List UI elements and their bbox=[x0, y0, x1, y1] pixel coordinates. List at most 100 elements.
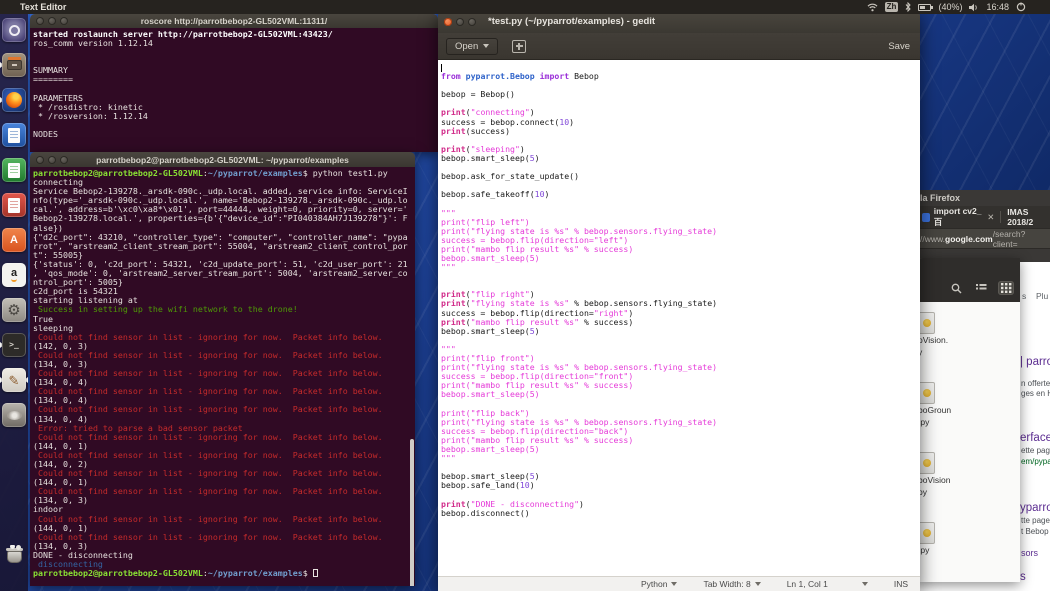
python-file-icon bbox=[918, 522, 935, 544]
search-result-fragment: tte page bbox=[1021, 516, 1050, 525]
code-line bbox=[441, 336, 920, 345]
launcher-amazon-icon[interactable]: a bbox=[0, 263, 28, 287]
url-bar[interactable]: //www.google.com/search?client= bbox=[920, 228, 1050, 249]
terminal-titlebar[interactable]: parrotbebop2@parrotbebop2-GL502VML: ~/py… bbox=[30, 152, 415, 167]
search-result-fragment: em/pypar bbox=[1021, 457, 1050, 466]
terminal-line: Could not find sensor in list - ignoring… bbox=[33, 333, 415, 342]
launcher-files-icon[interactable] bbox=[0, 53, 28, 77]
new-document-icon[interactable] bbox=[512, 40, 526, 53]
wifi-icon[interactable] bbox=[867, 3, 878, 12]
launcher-ubuntu-dash-icon[interactable] bbox=[0, 18, 28, 42]
window-title: la Firefox bbox=[920, 193, 960, 203]
terminal-line: parrotbebop2@parrotbebop2-GL502VML:~/pyp… bbox=[33, 569, 415, 578]
terminal-line: Success in setting up the wifi network t… bbox=[33, 305, 415, 314]
terminal-titlebar[interactable]: roscore http://parrotbebop2-GL502VML:113… bbox=[30, 14, 438, 28]
close-button[interactable] bbox=[444, 18, 452, 26]
launcher-libreoffice-writer-icon[interactable] bbox=[0, 123, 28, 147]
maximize-button[interactable] bbox=[60, 17, 68, 25]
code-editor[interactable]: from pyparrot.Bebop import Bebop bebop =… bbox=[438, 60, 920, 576]
volume-icon[interactable] bbox=[969, 3, 979, 12]
tab-close-icon[interactable]: ✕ bbox=[987, 212, 994, 223]
file-item[interactable]: boGroun.py bbox=[918, 382, 988, 427]
launcher-system-settings-icon[interactable]: ⚙ bbox=[0, 298, 28, 322]
language-selector[interactable]: Python bbox=[641, 579, 677, 589]
goto-line-selector[interactable] bbox=[862, 582, 868, 586]
battery-percent: (40%) bbox=[938, 2, 962, 12]
file-item[interactable]: .py bbox=[918, 522, 988, 556]
session-power-icon[interactable] bbox=[1016, 2, 1026, 12]
search-icon[interactable] bbox=[948, 281, 964, 295]
clock[interactable]: 16:48 bbox=[986, 2, 1009, 12]
launcher-firefox-icon[interactable] bbox=[0, 88, 28, 112]
launcher-libreoffice-calc-icon[interactable] bbox=[0, 158, 28, 182]
search-result-fragment[interactable]: sors bbox=[1021, 548, 1038, 558]
search-result-fragment[interactable]: | parrot bbox=[1020, 356, 1050, 368]
code-line: """ bbox=[441, 454, 920, 463]
search-result-fragment[interactable]: erface f bbox=[1020, 432, 1050, 444]
minimize-button[interactable] bbox=[48, 156, 56, 164]
file-name-fragment: py bbox=[918, 488, 988, 498]
open-button-label: Open bbox=[455, 41, 478, 52]
terminal-line: parrotbebop2@parrotbebop2-GL502VML:~/pyp… bbox=[33, 169, 415, 178]
active-app-title[interactable]: Text Editor bbox=[20, 2, 66, 12]
launcher-disk-icon[interactable] bbox=[0, 403, 28, 427]
tab-width-selector[interactable]: Tab Width: 8 bbox=[703, 579, 760, 589]
files-icon bbox=[2, 53, 26, 77]
terminal-line bbox=[33, 57, 438, 66]
terminal-output[interactable]: started roslaunch server http://parrotbe… bbox=[30, 28, 438, 152]
bluetooth-icon[interactable] bbox=[905, 2, 911, 12]
gedit-window: *test.py (~/pyparrot/examples) - gedit O… bbox=[438, 10, 920, 591]
search-result-fragment[interactable]: s bbox=[1020, 571, 1026, 583]
scrollbar-thumb[interactable] bbox=[410, 439, 414, 586]
minimize-button[interactable] bbox=[48, 17, 56, 25]
terminal-line: Could not find sensor in list - ignoring… bbox=[33, 351, 415, 360]
insert-mode-indicator: INS bbox=[894, 579, 908, 589]
launcher-gedit-icon[interactable]: ✎ bbox=[0, 368, 28, 392]
launcher-trash-icon[interactable] bbox=[0, 545, 28, 569]
terminal-line bbox=[33, 121, 438, 130]
browser-tab-2[interactable]: IMAS 2018/2 bbox=[1007, 207, 1050, 227]
browser-tab-1[interactable]: import cv2_百 bbox=[934, 206, 982, 228]
url-host: google.com bbox=[945, 234, 993, 244]
python-file-icon bbox=[918, 312, 935, 334]
gedit-toolbar: Open Save bbox=[438, 33, 920, 60]
window-title: parrotbebop2@parrotbebop2-GL502VML: ~/py… bbox=[30, 155, 415, 165]
minimize-button[interactable] bbox=[456, 18, 464, 26]
launcher-ubuntu-software-icon[interactable]: A bbox=[0, 228, 28, 252]
tab-divider bbox=[1000, 211, 1001, 223]
libreoffice-impress-icon bbox=[2, 193, 26, 217]
code-line: print(success) bbox=[441, 127, 920, 136]
file-item[interactable]: boVision py bbox=[918, 452, 988, 497]
firefox-titlebar[interactable]: la Firefox bbox=[920, 190, 1050, 206]
code-line bbox=[441, 272, 920, 281]
maximize-button[interactable] bbox=[60, 156, 68, 164]
maximize-button[interactable] bbox=[468, 18, 476, 26]
file-item[interactable]: pVision.y bbox=[918, 312, 988, 357]
list-view-icon[interactable] bbox=[973, 281, 989, 295]
grid-view-icon[interactable] bbox=[998, 281, 1014, 295]
keyboard-layout-indicator[interactable]: Zh bbox=[885, 2, 899, 12]
cursor-position: Ln 1, Col 1 bbox=[787, 579, 828, 589]
files-toolbar bbox=[918, 258, 1020, 302]
close-button[interactable] bbox=[36, 156, 44, 164]
open-button[interactable]: Open bbox=[446, 38, 498, 55]
close-button[interactable] bbox=[36, 17, 44, 25]
launcher-terminal-icon[interactable]: >_ bbox=[0, 333, 28, 357]
terminal-line: Could not find sensor in list - ignoring… bbox=[33, 533, 415, 542]
firefox-icon bbox=[2, 88, 26, 112]
terminal-window-roscore: roscore http://parrotbebop2-GL502VML:113… bbox=[30, 14, 438, 152]
terminal-line: SUMMARY bbox=[33, 66, 438, 75]
code-line: bebop.smart_sleep(5) bbox=[441, 154, 920, 163]
battery-icon[interactable] bbox=[918, 4, 931, 11]
terminal-output[interactable]: parrotbebop2@parrotbebop2-GL502VML:~/pyp… bbox=[30, 167, 415, 586]
file-name-fragment: .py bbox=[918, 418, 988, 428]
search-result-fragment: Plu bbox=[1036, 291, 1048, 301]
search-result-fragment[interactable]: yparrot bbox=[1020, 502, 1050, 514]
save-button[interactable]: Save bbox=[888, 41, 910, 52]
file-name-fragment: boVision bbox=[918, 476, 988, 486]
launcher-libreoffice-impress-icon[interactable] bbox=[0, 193, 28, 217]
terminal-line: Could not find sensor in list - ignoring… bbox=[33, 405, 415, 414]
system-tray: Zh (40%) 16:48 bbox=[867, 0, 1026, 14]
gedit-statusbar: Python Tab Width: 8 Ln 1, Col 1 INS bbox=[438, 576, 920, 591]
url-path: /search?client= bbox=[993, 229, 1050, 249]
